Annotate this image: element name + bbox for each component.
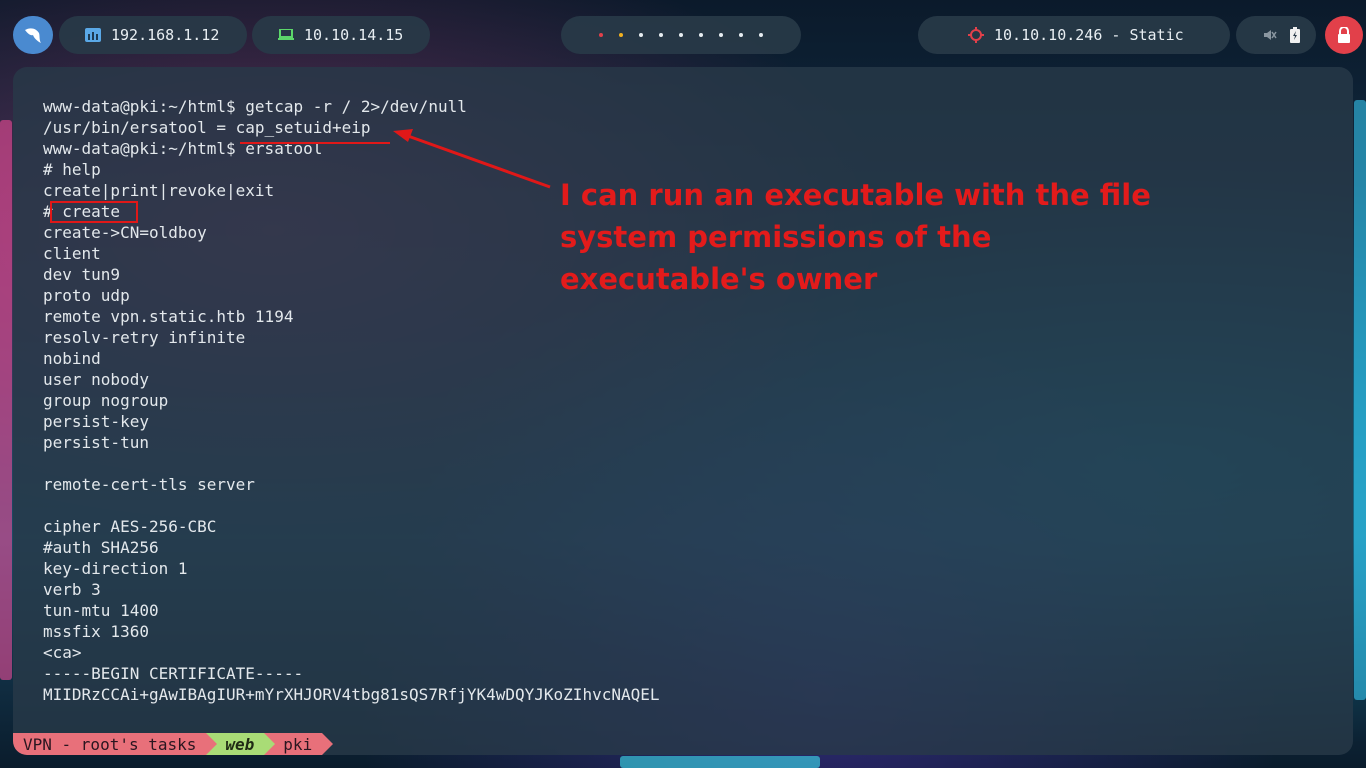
terminal-line: remote vpn.static.htb 1194: [43, 307, 294, 326]
tmux-pane[interactable]: pki: [275, 733, 323, 755]
background-neon: [620, 756, 820, 768]
menu-logo-button[interactable]: [13, 16, 53, 54]
segment-separator: [264, 733, 276, 755]
terminal-line: MIIDRzCCAi+gAwIBAgIUR+mYrXHJORV4tbg81sQS…: [43, 685, 660, 704]
top-bar: 192.168.1.12 10.10.14.15 10.10.10.246 - …: [0, 0, 1366, 70]
vpn-ip-text: 10.10.14.15: [304, 26, 404, 44]
network-icon: [85, 28, 101, 42]
local-ip-text: 192.168.1.12: [111, 26, 220, 44]
workspace-dot[interactable]: [739, 33, 743, 37]
segment-separator: [206, 733, 218, 755]
terminal-line: mssfix 1360: [43, 622, 149, 641]
workspace-dot[interactable]: [659, 33, 663, 37]
target-text: 10.10.10.246 - Static: [994, 26, 1184, 44]
terminal-line: verb 3: [43, 580, 101, 599]
system-tray: [1236, 16, 1316, 54]
workspace-dot[interactable]: [759, 33, 763, 37]
lock-button[interactable]: [1325, 16, 1363, 54]
local-ip-widget[interactable]: 192.168.1.12: [59, 16, 247, 54]
shark-fin-icon: [25, 28, 41, 43]
workspace-dot[interactable]: [679, 33, 683, 37]
tmux-session-label: VPN - root's tasks: [23, 734, 197, 754]
laptop-icon: [278, 29, 294, 41]
background-neon: [0, 120, 12, 680]
terminal-line: <ca>: [43, 643, 82, 662]
terminal-line: resolv-retry infinite: [43, 328, 246, 347]
terminal-line: tun-mtu 1400: [43, 601, 159, 620]
workspace-dot[interactable]: [719, 33, 723, 37]
terminal-line: www-data@pki:~/html$ getcap -r / 2>/dev/…: [43, 97, 467, 116]
lock-icon: [1338, 27, 1350, 43]
terminal-window[interactable]: www-data@pki:~/html$ getcap -r / 2>/dev/…: [13, 67, 1353, 755]
terminal-line: user nobody: [43, 370, 149, 389]
terminal-line: -----BEGIN CERTIFICATE-----: [43, 664, 304, 683]
terminal-line: nobind: [43, 349, 101, 368]
annotation-box: [50, 201, 138, 223]
terminal-line: group nogroup: [43, 391, 169, 410]
muted-speaker-icon[interactable]: [1263, 28, 1277, 42]
tmux-window-active[interactable]: web: [217, 733, 265, 755]
battery-icon[interactable]: [1289, 27, 1300, 43]
workspace-dot[interactable]: [699, 33, 703, 37]
workspace-dot[interactable]: [599, 33, 603, 37]
workspace-dot[interactable]: [619, 33, 623, 37]
target-widget[interactable]: 10.10.10.246 - Static: [918, 16, 1230, 54]
tmux-pane-label: pki: [283, 734, 313, 754]
workspace-dot[interactable]: [639, 33, 643, 37]
segment-separator: [322, 733, 334, 755]
terminal-line: /usr/bin/ersatool = cap_setuid+eip: [43, 118, 371, 137]
tmux-window-label: web: [225, 734, 255, 754]
terminal-line: remote-cert-tls server: [43, 475, 255, 494]
terminal-line: key-direction 1: [43, 559, 188, 578]
terminal-line: persist-tun: [43, 433, 149, 452]
terminal-line: persist-key: [43, 412, 149, 431]
terminal-line: #auth SHA256: [43, 538, 159, 557]
terminal-line: cipher AES-256-CBC: [43, 517, 217, 536]
annotation-underline: [240, 142, 390, 144]
annotation-text: I can run an executable with the file sy…: [560, 178, 1151, 296]
tmux-session[interactable]: VPN - root's tasks: [13, 733, 207, 755]
workspace-indicator[interactable]: [561, 16, 801, 54]
vpn-ip-widget[interactable]: 10.10.14.15: [252, 16, 430, 54]
background-neon: [1354, 100, 1366, 700]
crosshair-icon: [968, 27, 984, 43]
tmux-status-line: VPN - root's tasks web pki: [13, 733, 334, 755]
